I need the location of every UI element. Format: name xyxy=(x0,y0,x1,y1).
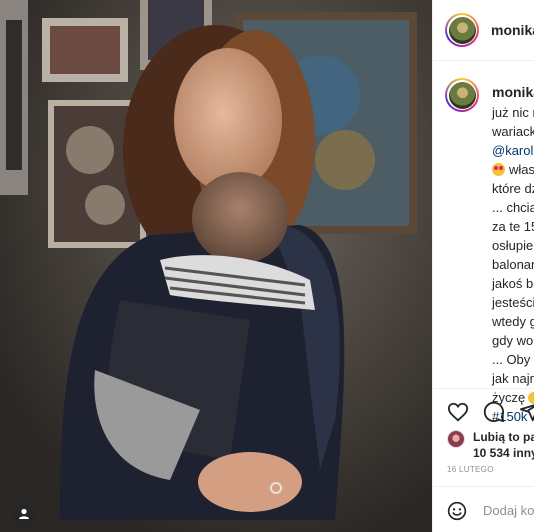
caption-line: które dz xyxy=(492,181,534,196)
add-comment-input[interactable]: Dodaj ko xyxy=(483,503,534,518)
post-photo[interactable] xyxy=(0,0,432,532)
liked-by-label: Lubią to pa xyxy=(473,430,534,444)
caption-avatar[interactable] xyxy=(445,78,479,112)
caption-line: jesteście xyxy=(492,295,534,310)
photo-illustration xyxy=(0,0,432,532)
comment-icon[interactable] xyxy=(483,401,505,423)
share-icon[interactable] xyxy=(519,401,534,423)
caption-line: wariacko xyxy=(492,124,534,139)
caption-line: za te 15 xyxy=(492,219,534,234)
post-username[interactable]: monikal xyxy=(491,22,534,38)
liked-by-text[interactable]: Lubią to pa xyxy=(473,429,534,445)
caption-line: ... Oby t xyxy=(492,352,534,367)
caption-line: ... chciał xyxy=(492,200,534,215)
heart-eyes-emoji-icon xyxy=(492,163,505,176)
caption-line: balonam xyxy=(492,257,534,272)
caption-line: wtedy g xyxy=(492,314,534,329)
caption-username[interactable]: monika xyxy=(492,84,534,100)
post-actions: Lubią to pa 10 534 inny 16 LUTEGO xyxy=(433,388,534,474)
caption-line: już nic n xyxy=(492,105,534,120)
post-header: monikal xyxy=(433,0,534,61)
emoji-icon[interactable] xyxy=(447,501,467,521)
caption-line-emoji: włas xyxy=(492,160,534,179)
action-icons xyxy=(447,401,534,423)
liker-avatar[interactable] xyxy=(447,430,465,448)
caption-line: włas xyxy=(509,162,534,177)
post-date[interactable]: 16 LUTEGO xyxy=(447,465,494,474)
heart-icon[interactable] xyxy=(447,401,469,423)
likes-count[interactable]: 10 534 inny xyxy=(473,445,534,461)
caption-line: osłupien xyxy=(492,238,534,253)
caption-line: jak najm xyxy=(492,371,534,386)
person-icon xyxy=(19,508,29,519)
likes-count-label: 10 534 inny xyxy=(473,446,534,460)
comment-bar: Dodaj ko xyxy=(433,486,534,532)
post-sidebar: monikal monika już nic n wariacko @karol… xyxy=(432,0,534,532)
caption-mention[interactable]: @karoli xyxy=(492,141,534,160)
avatar[interactable] xyxy=(445,13,479,47)
caption-text: już nic n wariacko @karoli włas które dz… xyxy=(492,103,534,426)
tag-people-button[interactable] xyxy=(12,502,36,526)
likes: Lubią to pa 10 534 inny xyxy=(447,429,534,461)
caption-line: jakoś br xyxy=(492,276,534,291)
caption-line: gdy wol xyxy=(492,333,534,348)
